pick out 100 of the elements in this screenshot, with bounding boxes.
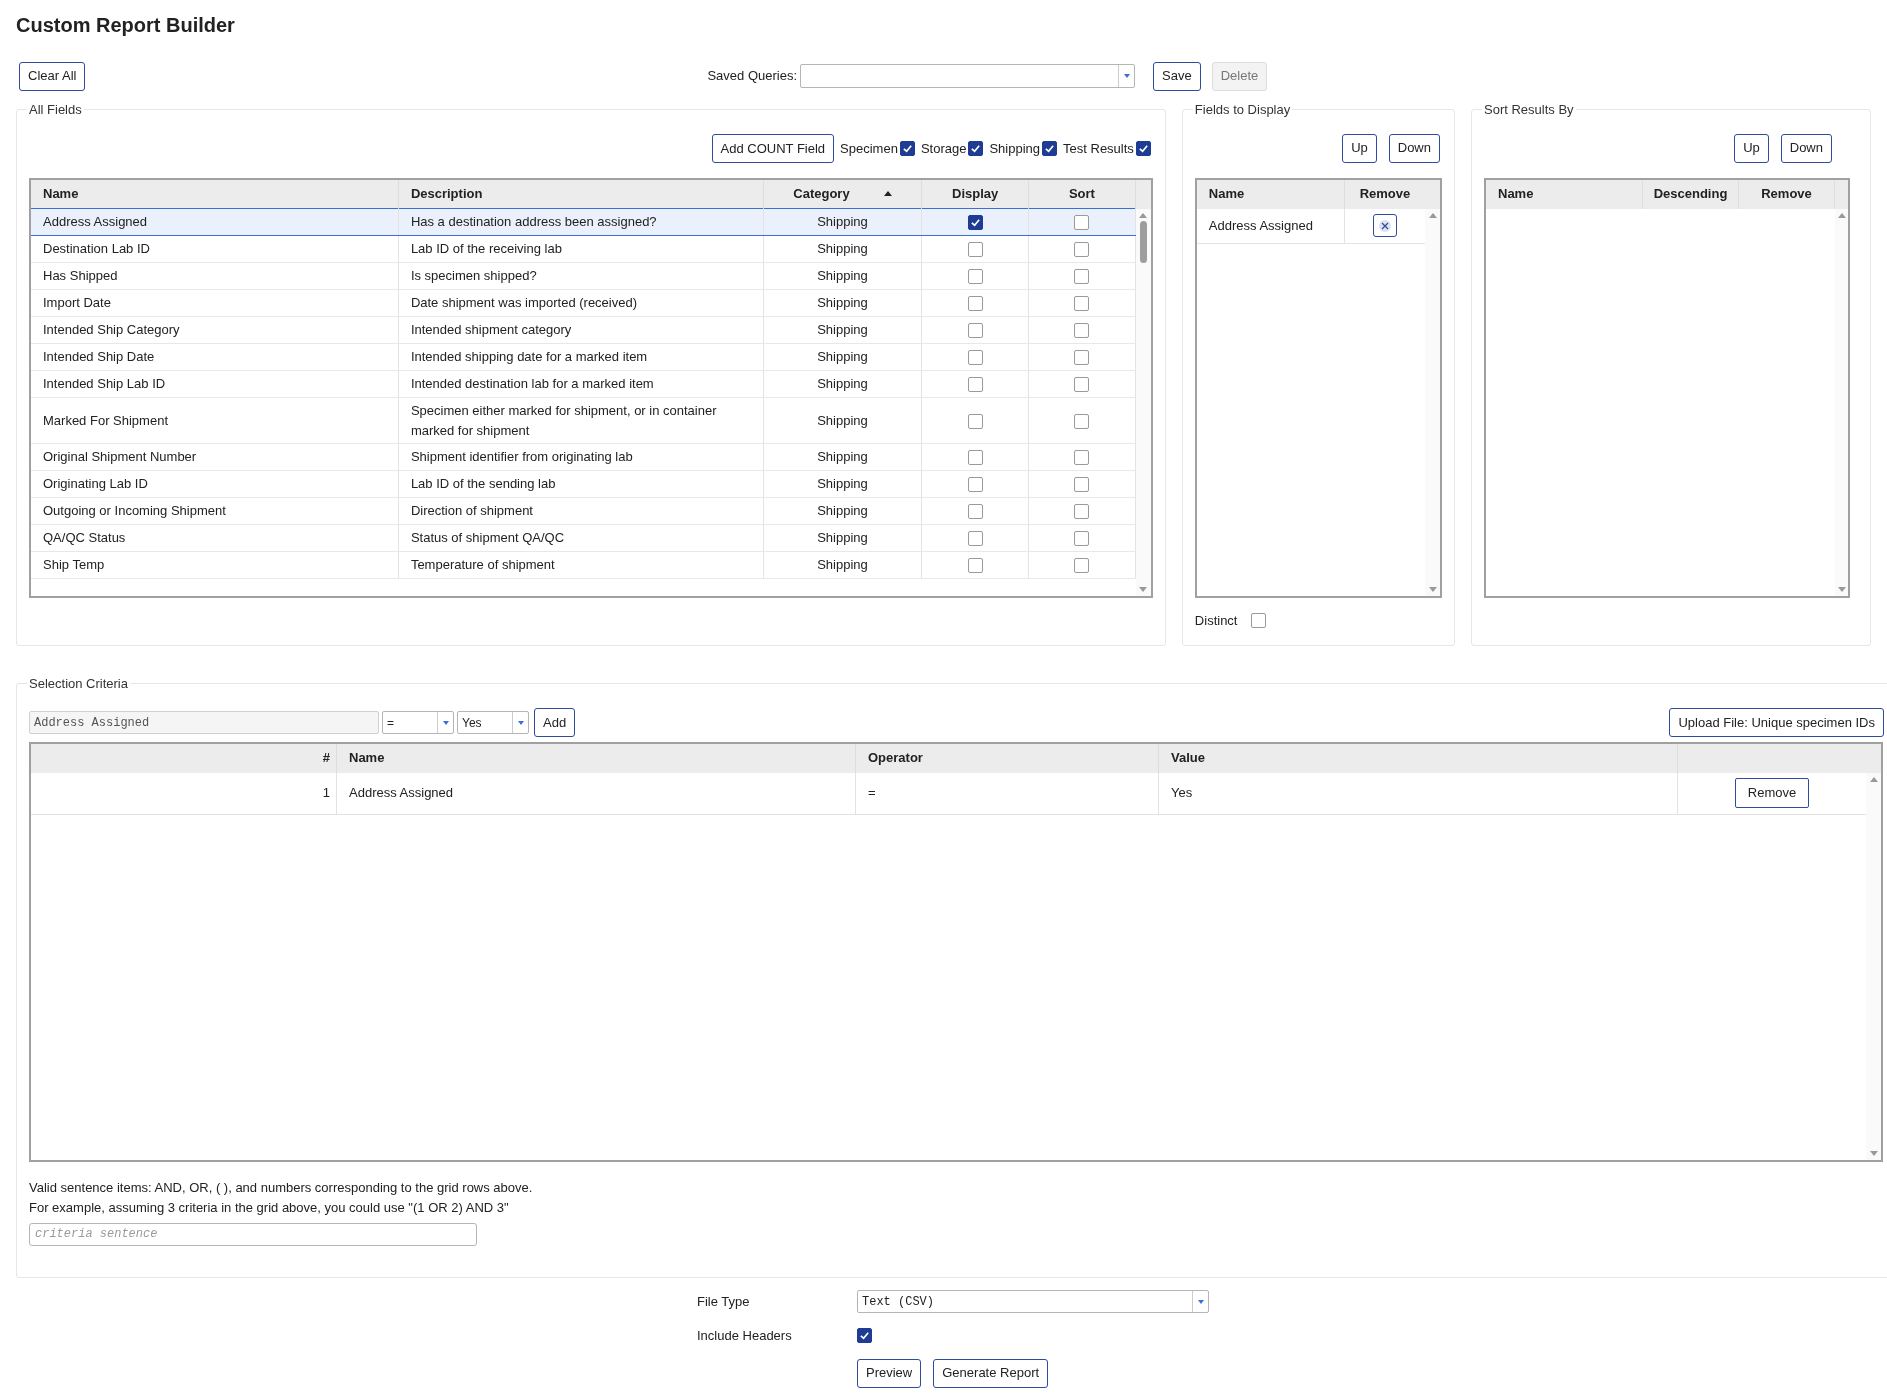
table-cell: Date shipment was imported (received) <box>398 289 764 317</box>
filter-label: Shipping <box>989 139 1041 158</box>
column-header[interactable]: # <box>31 743 337 773</box>
dropdown-caret-icon <box>442 720 449 725</box>
checkbox[interactable] <box>967 350 983 366</box>
table-cell: Address Assigned <box>337 772 856 814</box>
add-count-field-button[interactable]: Add COUNT Field <box>711 134 835 163</box>
down-button[interactable]: Down <box>1388 133 1440 163</box>
criteria-field-input[interactable]: Address Assigned <box>29 711 379 734</box>
checkbox[interactable] <box>857 1328 872 1344</box>
column-header[interactable]: Name <box>1486 179 1643 209</box>
checkbox[interactable] <box>968 141 984 156</box>
checkbox[interactable] <box>1074 323 1090 339</box>
column-header[interactable]: Descending <box>1643 179 1739 209</box>
value-dropdown[interactable]: Yes <box>457 711 529 734</box>
checkbox[interactable] <box>967 531 983 547</box>
checkbox[interactable] <box>967 242 983 258</box>
preview-button[interactable]: Preview <box>857 1358 922 1388</box>
checkmark-icon <box>1137 143 1149 154</box>
checkbox[interactable] <box>1042 141 1058 156</box>
checkmark-icon <box>859 1330 870 1342</box>
checkbox[interactable] <box>1074 504 1090 520</box>
file-type-dropdown[interactable]: Text (CSV) <box>857 1290 1209 1313</box>
checkbox[interactable] <box>1074 296 1090 312</box>
close-icon <box>1378 219 1391 232</box>
checkbox[interactable] <box>967 558 983 574</box>
operator-dropdown[interactable]: = <box>382 711 454 734</box>
table-cell: Shipping <box>763 370 922 398</box>
table-cell: Original Shipment Number <box>31 443 399 471</box>
column-header[interactable]: Operator <box>856 743 1159 773</box>
checkbox[interactable] <box>1074 531 1090 547</box>
table-cell: Direction of shipment <box>398 497 764 525</box>
checkbox[interactable] <box>967 450 983 466</box>
checkbox[interactable] <box>1074 269 1090 285</box>
remove-button[interactable] <box>1372 214 1397 237</box>
page-title: Custom Report Builder <box>16 13 236 36</box>
down-button[interactable]: Down <box>1780 133 1832 163</box>
filter-label: Storage <box>920 139 967 158</box>
checkbox[interactable] <box>899 141 915 156</box>
table-cell: Shipping <box>763 235 922 263</box>
checkmark-icon <box>1044 143 1056 154</box>
clear-all-button[interactable]: Clear All <box>19 61 86 91</box>
checkbox[interactable] <box>1074 215 1090 231</box>
table-cell: Lab ID of the sending lab <box>398 470 764 498</box>
checkbox[interactable] <box>967 504 983 520</box>
criteria-sentence-field[interactable]: criteria sentence <box>29 1222 477 1246</box>
panel-title: Selection Criteria <box>28 675 129 693</box>
filter-label: Specimen <box>840 139 898 158</box>
table-cell: Shipping <box>763 316 922 344</box>
checkbox[interactable] <box>967 269 983 285</box>
upload-file-button[interactable]: Upload File: Unique specimen IDs <box>1669 708 1884 737</box>
file-type-label: File Type <box>697 1292 751 1311</box>
table-cell: Is specimen shipped? <box>398 262 764 290</box>
checkbox[interactable] <box>967 215 983 231</box>
checkbox[interactable] <box>1074 413 1090 429</box>
up-button[interactable]: Up <box>1342 133 1377 163</box>
table-cell: Shipping <box>763 443 922 471</box>
table-cell: Has Shipped <box>31 262 399 290</box>
checkbox[interactable] <box>967 377 983 393</box>
checkbox[interactable] <box>1074 350 1090 366</box>
dropdown-caret-icon <box>517 720 524 725</box>
save-button[interactable]: Save <box>1153 61 1201 91</box>
checkbox[interactable] <box>1074 242 1090 258</box>
column-header[interactable]: Value <box>1159 743 1678 773</box>
scrollbar[interactable] <box>1866 743 1881 1160</box>
table-cell: Intended Ship Lab ID <box>31 370 399 398</box>
table-cell: Shipping <box>763 343 922 371</box>
checkmark-icon <box>969 217 981 229</box>
checkbox[interactable] <box>1074 377 1090 393</box>
checkbox[interactable] <box>1135 141 1151 156</box>
panel-title: Fields to Display <box>1193 101 1292 119</box>
checkbox[interactable] <box>1074 450 1090 466</box>
generate-report-button[interactable]: Generate Report <box>933 1358 1049 1388</box>
table-cell: Shipping <box>763 470 922 498</box>
panel-title: Sort Results By <box>1483 101 1575 119</box>
column-header[interactable]: Name <box>1196 179 1345 209</box>
scrollbar[interactable] <box>1835 179 1848 596</box>
checkbox[interactable] <box>967 413 983 429</box>
checkbox[interactable] <box>967 323 983 339</box>
table-cell: Shipping <box>763 208 922 236</box>
dropdown-caret-icon <box>1197 1299 1204 1304</box>
column-header[interactable]: Remove <box>1344 179 1425 209</box>
up-button[interactable]: Up <box>1734 133 1769 163</box>
checkbox[interactable] <box>967 296 983 312</box>
saved-queries-dropdown[interactable] <box>800 64 1136 88</box>
checkbox[interactable] <box>1074 558 1090 574</box>
table-cell: Ship Temp <box>31 551 399 579</box>
table-cell: 1 <box>31 772 337 814</box>
table-cell: Originating Lab ID <box>31 470 399 498</box>
table-cell: Intended Ship Date <box>31 343 399 371</box>
column-header[interactable]: Name <box>337 743 856 773</box>
table-cell: Shipping <box>763 262 922 290</box>
checkbox[interactable] <box>1251 612 1267 628</box>
scrollbar[interactable] <box>1425 179 1440 596</box>
checkbox[interactable] <box>1074 477 1090 493</box>
remove-button[interactable]: Remove <box>1734 778 1810 808</box>
dropdown-caret-icon <box>1123 74 1130 78</box>
checkbox[interactable] <box>967 477 983 493</box>
table-cell: Yes <box>1159 772 1678 814</box>
add-button[interactable]: Add <box>534 708 576 737</box>
